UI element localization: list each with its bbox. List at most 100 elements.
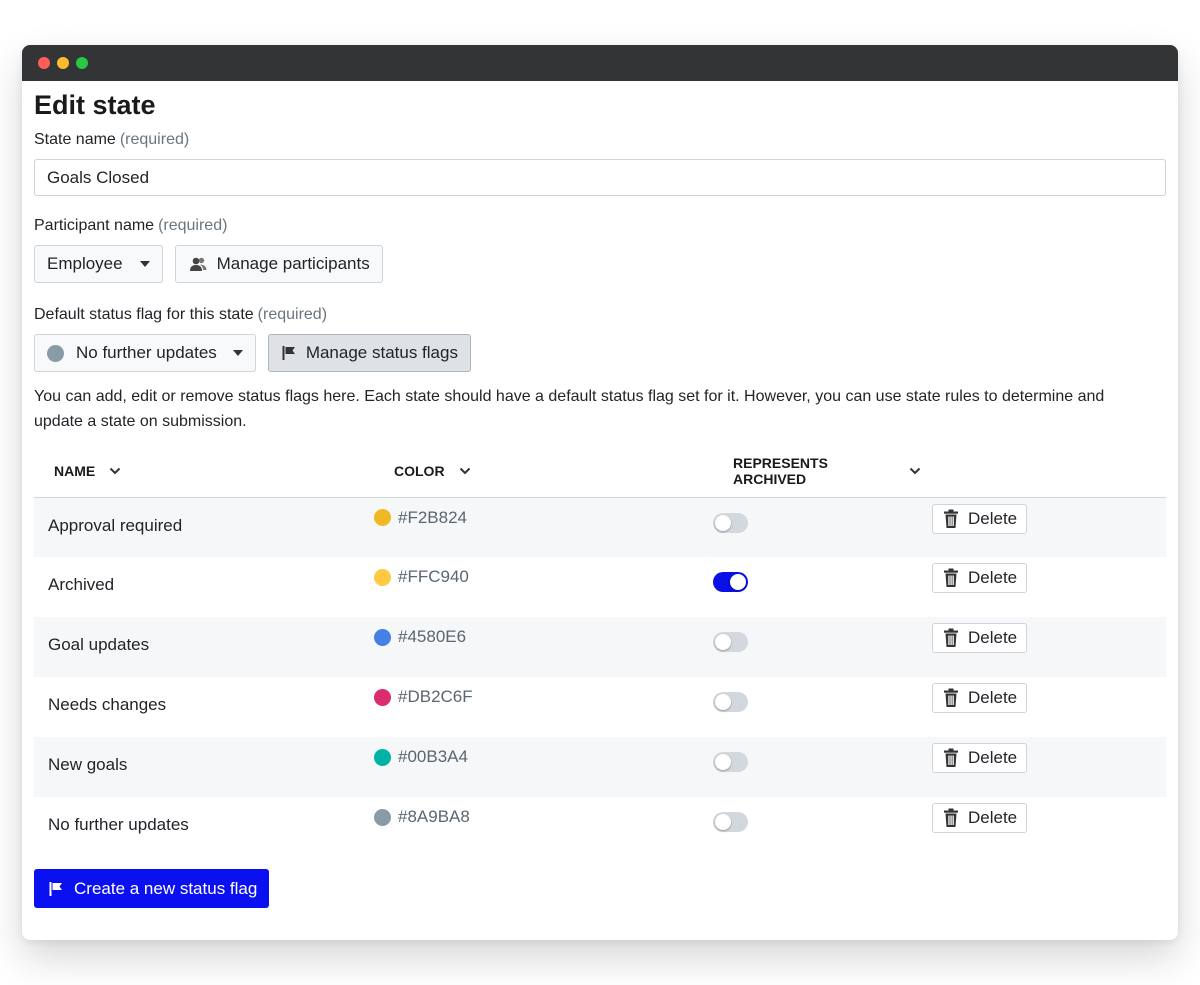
table-row: Approval required #F2B824 Delete bbox=[34, 497, 1166, 557]
trash-icon bbox=[944, 509, 958, 528]
table-row: New goals #00B3A4 Delete bbox=[34, 737, 1166, 797]
delete-flag-button[interactable]: Delete bbox=[932, 683, 1028, 713]
color-swatch bbox=[374, 688, 391, 706]
flag-color-cell: #4580E6 bbox=[374, 617, 713, 677]
flag-name: No further updates bbox=[48, 815, 189, 834]
flag-name: Archived bbox=[48, 575, 115, 594]
close-window-button[interactable] bbox=[38, 57, 50, 69]
flag-color-hex: #8A9BA8 bbox=[398, 807, 470, 826]
participant-controls: Employee Manage participants bbox=[34, 245, 1166, 283]
column-header-archived[interactable]: REPRESENTS ARCHIVED bbox=[713, 445, 932, 498]
flag-color-hex: #F2B824 bbox=[398, 507, 467, 527]
flag-name: Goal updates bbox=[48, 635, 150, 654]
delete-flag-button[interactable]: Delete bbox=[932, 503, 1028, 534]
flag-color-cell: #00B3A4 bbox=[374, 737, 713, 797]
archived-cell bbox=[713, 557, 932, 617]
archived-cell bbox=[713, 617, 932, 677]
table-row: Goal updates #4580E6 Delete bbox=[34, 617, 1166, 677]
archived-cell bbox=[713, 677, 932, 737]
state-name-label: State name (required) bbox=[34, 130, 1166, 150]
delete-flag-button[interactable]: Delete bbox=[932, 743, 1028, 773]
trash-icon bbox=[944, 808, 958, 827]
page-title: Edit state bbox=[34, 90, 156, 120]
column-header-actions bbox=[932, 445, 1166, 498]
column-header-color[interactable]: COLOR bbox=[374, 445, 713, 498]
app-window: Edit state State name (required) Goals Cl… bbox=[22, 45, 1178, 940]
flag-color-hex: #4580E6 bbox=[398, 627, 467, 646]
actions-cell: Delete bbox=[932, 497, 1166, 557]
chevron-down-icon bbox=[909, 467, 921, 475]
trash-icon bbox=[944, 748, 958, 767]
delete-label: Delete bbox=[968, 508, 1018, 528]
trash-icon bbox=[944, 688, 958, 707]
flag-color-hex: #FFC940 bbox=[398, 567, 469, 586]
participant-label: Participant name (required) bbox=[34, 216, 1166, 236]
represents-archived-toggle[interactable] bbox=[713, 692, 748, 712]
delete-label: Delete bbox=[968, 748, 1018, 767]
represents-archived-toggle[interactable] bbox=[713, 512, 748, 533]
participant-label-text: Participant name bbox=[34, 217, 155, 234]
flag-icon bbox=[282, 346, 295, 360]
required-hint: (required) bbox=[158, 217, 228, 234]
actions-cell: Delete bbox=[932, 557, 1166, 617]
people-icon bbox=[189, 257, 207, 271]
archived-cell bbox=[713, 497, 932, 557]
manage-participants-label: Manage participants bbox=[216, 254, 370, 273]
minimize-window-button[interactable] bbox=[57, 57, 69, 69]
maximize-window-button[interactable] bbox=[76, 57, 88, 69]
delete-flag-button[interactable]: Delete bbox=[932, 563, 1028, 593]
trash-icon bbox=[944, 628, 958, 647]
represents-archived-toggle[interactable] bbox=[713, 572, 748, 592]
flag-color-cell: #DB2C6F bbox=[374, 677, 713, 737]
edit-state-form: Edit state State name (required) Goals Cl… bbox=[22, 81, 1178, 908]
color-swatch bbox=[374, 628, 391, 646]
actions-cell: Delete bbox=[932, 737, 1166, 797]
actions-cell: Delete bbox=[932, 677, 1166, 737]
flag-color-hex: #DB2C6F bbox=[398, 687, 473, 706]
represents-archived-toggle[interactable] bbox=[713, 632, 748, 652]
status-color-dot bbox=[47, 344, 64, 362]
flag-color-cell: #FFC940 bbox=[374, 557, 713, 617]
delete-label: Delete bbox=[968, 628, 1018, 647]
chevron-down-icon bbox=[110, 467, 121, 475]
column-header-name[interactable]: NAME bbox=[34, 445, 374, 498]
delete-label: Delete bbox=[968, 808, 1018, 827]
color-swatch bbox=[374, 568, 391, 586]
state-name-label-text: State name bbox=[34, 131, 116, 148]
create-status-flag-button[interactable]: Create a new status flag bbox=[34, 869, 270, 908]
participant-select[interactable]: Employee bbox=[34, 245, 163, 283]
delete-flag-button[interactable]: Delete bbox=[932, 623, 1028, 653]
column-header-color-label: COLOR bbox=[394, 462, 445, 479]
caret-down-icon bbox=[139, 261, 150, 267]
flag-color-cell: #F2B824 bbox=[374, 497, 713, 557]
delete-flag-button[interactable]: Delete bbox=[932, 803, 1028, 833]
status-flags-table-body: Approval required #F2B824 Delete Archived #F… bbox=[34, 497, 1166, 857]
color-swatch bbox=[374, 748, 391, 766]
status-flag-controls: No further updates Manage status flags bbox=[34, 334, 1166, 372]
table-row: Archived #FFC940 Delete bbox=[34, 557, 1166, 617]
status-flags-table: NAME COLOR REPRESENTS ARCHIVED Approval … bbox=[34, 445, 1166, 857]
represents-archived-toggle[interactable] bbox=[713, 752, 748, 772]
actions-cell: Delete bbox=[932, 617, 1166, 677]
flag-color-cell: #8A9BA8 bbox=[374, 797, 713, 857]
delete-label: Delete bbox=[968, 568, 1018, 587]
create-status-flag-label: Create a new status flag bbox=[74, 878, 258, 898]
manage-status-flags-label: Manage status flags bbox=[305, 343, 458, 362]
state-name-input[interactable]: Goals Closed bbox=[34, 159, 1166, 196]
caret-down-icon bbox=[232, 350, 243, 356]
status-flag-label: Default status flag for this state (requi… bbox=[34, 305, 1166, 325]
status-flag-label-text: Default status flag for this state bbox=[34, 306, 254, 323]
help-text: You can add, edit or remove status flags… bbox=[34, 388, 1105, 430]
flag-name: Approval required bbox=[48, 515, 183, 535]
flag-name: Needs changes bbox=[48, 695, 167, 714]
participant-selected-value: Employee bbox=[47, 254, 123, 273]
color-swatch bbox=[374, 808, 391, 826]
status-flag-select[interactable]: No further updates bbox=[34, 334, 256, 372]
represents-archived-toggle[interactable] bbox=[713, 812, 748, 832]
manage-participants-button[interactable]: Manage participants bbox=[174, 245, 383, 283]
manage-status-flags-button[interactable]: Manage status flags bbox=[267, 334, 471, 372]
color-swatch bbox=[374, 509, 391, 526]
table-row: Needs changes #DB2C6F Delete bbox=[34, 677, 1166, 737]
flag-icon bbox=[49, 881, 62, 896]
flag-name: New goals bbox=[48, 755, 128, 774]
